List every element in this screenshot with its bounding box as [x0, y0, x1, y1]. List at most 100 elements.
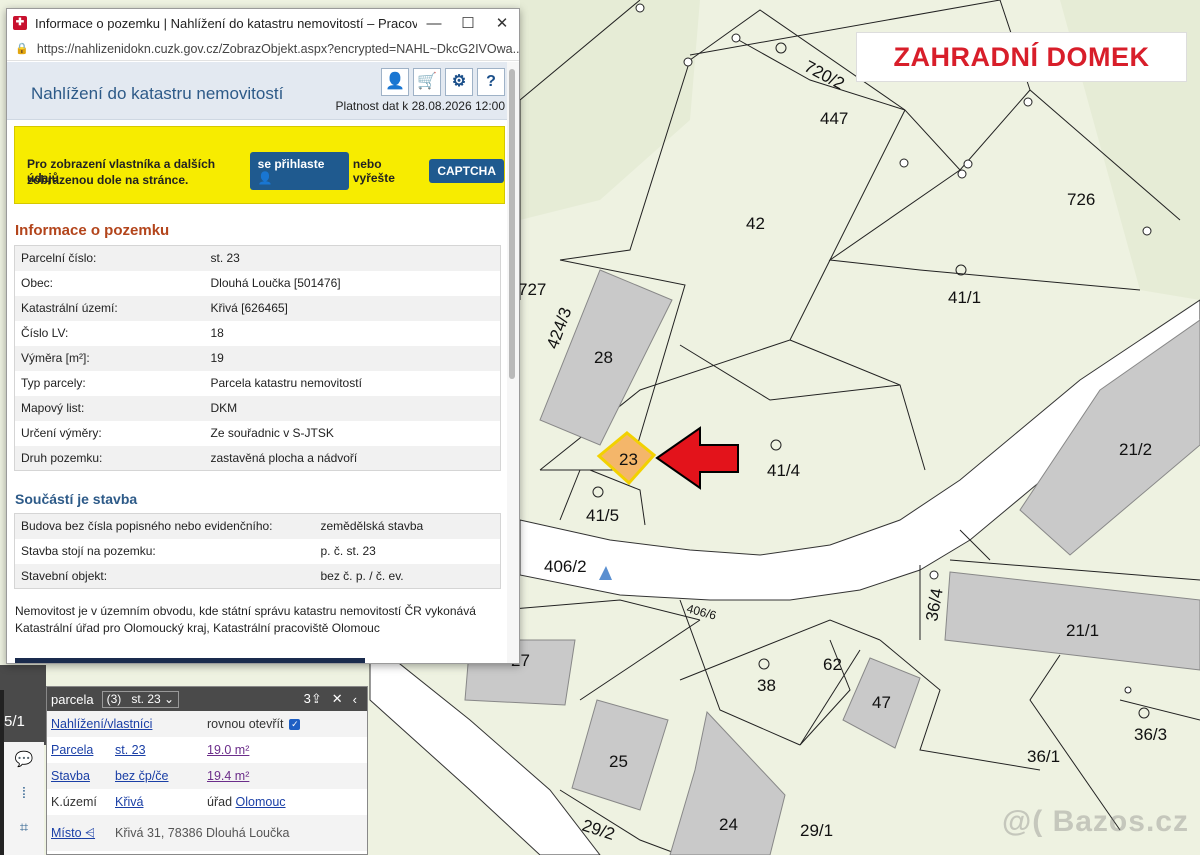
overlay-title-box: ZAHRADNÍ DOMEK — [856, 32, 1187, 82]
table-row: Číslo LV: 18 — [14, 320, 501, 346]
address-text: Křivá 31, 78386 Dlouhá Loučka — [115, 826, 290, 840]
data-validity: Platnost dat k 28.08.2026 12:00 — [335, 99, 505, 113]
parcel-selected: st. 23 — [131, 691, 161, 706]
parcel-label: 21/2 — [1119, 440, 1152, 459]
measure-icon[interactable]: ⁞ — [4, 776, 44, 810]
table-row: Typ parcely: Parcela katastru nemovitostí — [14, 370, 501, 396]
chevron-left-icon[interactable]: ‹ — [353, 692, 357, 707]
row-value: bez č. p. / č. ev. — [314, 563, 501, 589]
parcel-label-fragment: 5/1 — [4, 713, 25, 730]
parcel-label: 21/1 — [1066, 621, 1099, 640]
parcel-label: 28 — [594, 348, 613, 367]
login-button-label: se přihlaste — [257, 157, 325, 171]
row-value: 19 — [204, 345, 501, 371]
list-item: K.území Křivá úřad Olomouc — [47, 789, 367, 815]
parcel-label: 38 — [757, 676, 776, 695]
user-icon[interactable]: 👤 — [381, 68, 409, 96]
login-button[interactable]: se přihlaste 👤 — [249, 152, 349, 190]
row-value: p. č. st. 23 — [314, 538, 501, 564]
row-key: Výměra [m²]: — [14, 345, 205, 371]
row-key: Typ parcely: — [14, 370, 205, 396]
table-row: Druh pozemku: zastavěná plocha a nádvoří — [14, 445, 501, 471]
close-button[interactable]: ✕ — [485, 14, 519, 32]
parcel-info-heading: Informace o pozemku — [15, 222, 170, 239]
table-row: Obec: Dlouhá Loučka [501476] — [14, 270, 501, 296]
panel-header: parcela (3) st. 23 ⌄ 3⇪ ✕ ‹ — [47, 687, 367, 711]
row-value: Ze souřadnic v S-JTSK — [204, 420, 501, 446]
parcel-info-table: Parcelní číslo: st. 23 Obec: Dlouhá Loučka… — [14, 245, 501, 471]
parcel-label: 47 — [872, 693, 891, 712]
parcel-label: 24 — [719, 815, 738, 834]
row-value: zastavěná plocha a nádvoří — [204, 445, 501, 471]
table-row: Budova bez čísla popisného nebo evidenčn… — [14, 513, 501, 539]
parcel-label: 41/5 — [586, 506, 619, 525]
app-header: Nahlížení do katastru nemovitostí 👤 🛒 ⚙ … — [7, 62, 507, 120]
window-titlebar[interactable]: ✚ Informace o pozemku | Nahlížení do kat… — [7, 9, 519, 37]
misto-link[interactable]: Místo ⩤ — [51, 826, 115, 841]
stavba-area-link[interactable]: 19.4 m² — [207, 769, 249, 783]
watermark: @( Bazos.cz — [1002, 805, 1189, 838]
building-table: Budova bez čísla popisného nebo evidenčn… — [14, 513, 501, 589]
row-key: Stavební objekt: — [14, 563, 315, 589]
row-value: 18 — [204, 320, 501, 346]
office-label: úřad — [207, 795, 233, 809]
list-item: Nahlížení/vlastníci rovnou otevřít ✓ — [47, 711, 367, 737]
row-value: Dlouhá Loučka [501476] — [204, 270, 501, 296]
captcha-button[interactable]: CAPTCHA — [429, 159, 505, 183]
table-row: Výměra [m²]: 19 — [14, 345, 501, 371]
row-value: Parcela katastru nemovitostí — [204, 370, 501, 396]
stavba-link[interactable]: Stavba — [51, 769, 115, 783]
parcel-label: 41/4 — [767, 461, 800, 480]
crop-icon[interactable]: ⌗ — [4, 810, 44, 844]
misto-label: Místo — [51, 825, 82, 840]
browser-popup-window: ✚ Informace o pozemku | Nahlížení do kat… — [6, 8, 520, 664]
parcela-area-link[interactable]: 19.0 m² — [207, 743, 249, 757]
parcel-label: 36/3 — [1134, 725, 1167, 744]
address-bar[interactable]: 🔒 https://nahlizenidokn.cuzk.gov.cz/Zobr… — [7, 37, 519, 61]
comment-icon[interactable]: 💬 — [4, 742, 44, 776]
row-value: DKM — [204, 395, 501, 421]
building-heading: Součástí je stavba — [15, 491, 138, 507]
left-panel-fragment: 5/1 — [0, 665, 46, 745]
notice-text-2: nebo vyřešte — [352, 157, 395, 185]
maximize-button[interactable]: ☐ — [451, 14, 485, 32]
list-item: Parcela st. 23 19.0 m² — [47, 737, 367, 763]
list-item: Místo ⩤ Křivá 31, 78386 Dlouhá Loučka — [47, 815, 367, 851]
overlay-title: ZAHRADNÍ DOMEK — [893, 41, 1150, 72]
table-row: Stavební objekt: bez č. p. / č. ev. — [14, 563, 501, 589]
notice-text-3: zobrazenou dole na stránce. — [27, 173, 189, 187]
open-directly-checkbox[interactable]: ✓ — [289, 718, 301, 730]
table-row: Katastrální území: Křivá [626465] — [14, 295, 501, 321]
url-text[interactable]: https://nahlizenidokn.cuzk.gov.cz/Zobraz… — [37, 42, 519, 56]
table-row: Parcelní číslo: st. 23 — [14, 245, 501, 271]
parcel-label: 62 — [823, 655, 842, 674]
parcela-link[interactable]: Parcela — [51, 743, 115, 757]
parcel-label: 726 — [1067, 190, 1095, 209]
close-icon[interactable]: ✕ — [332, 691, 343, 707]
share-button[interactable]: 3⇪ — [304, 691, 322, 707]
stavba-id-link[interactable]: bez čp/če — [115, 769, 207, 783]
parcel-select[interactable]: (3) st. 23 ⌄ — [101, 690, 180, 708]
office-link[interactable]: Olomouc — [236, 795, 286, 809]
parcela-id-link[interactable]: st. 23 — [115, 743, 207, 757]
gear-icon[interactable]: ⚙ — [445, 68, 473, 96]
minimize-button[interactable]: — — [417, 15, 451, 32]
parcel-label: 29/1 — [800, 821, 833, 840]
owners-link[interactable]: Nahlížení/vlastníci — [51, 717, 207, 731]
cart-icon[interactable]: 🛒 — [413, 68, 441, 96]
row-value: Křivá [626465] — [204, 295, 501, 321]
open-directly-label: rovnou otevřít — [207, 717, 284, 731]
kuzemi-label: K.území — [51, 795, 97, 809]
row-key: Budova bez čísla popisného nebo evidenčn… — [14, 513, 315, 539]
parcel-label: 42 — [746, 214, 765, 233]
parcel-label: 406/2 — [544, 557, 587, 576]
lock-icon: 🔒 — [15, 43, 29, 55]
kuzemi-link[interactable]: Křivá — [115, 795, 207, 809]
scrollbar-thumb[interactable] — [509, 69, 515, 379]
parcel-label: 41/1 — [948, 288, 981, 307]
cadastral-office-text: Nemovitost je v územním obvodu, kde stát… — [15, 604, 476, 635]
help-icon[interactable]: ? — [477, 68, 505, 96]
row-key: Stavba stojí na pozemku: — [14, 538, 315, 564]
login-notice: Pro zobrazení vlastníka a dalších údajů … — [14, 126, 505, 204]
row-key: Druh pozemku: — [14, 445, 205, 471]
